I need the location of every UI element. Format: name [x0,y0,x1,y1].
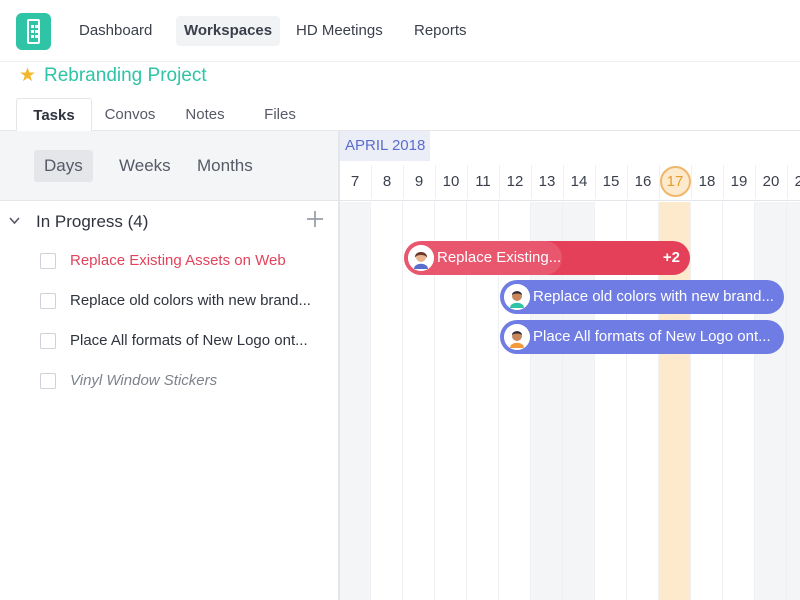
day-number: 15 [602,173,620,190]
day-label: 7 [339,165,371,199]
day-column[interactable] [755,202,787,600]
project-title: Rebranding Project [44,65,207,86]
day-column[interactable] [371,202,403,600]
avatar-icon [408,245,434,271]
day-number: 10 [442,173,460,190]
day-number: 19 [730,173,748,190]
day-number: 16 [634,173,652,190]
day-label: 19 [723,165,755,199]
tab-files[interactable]: Files [256,98,304,131]
day-number: 12 [506,173,524,190]
star-icon[interactable]: ★ [19,66,36,86]
gantt-bar[interactable]: Replace Existing... +2 [404,241,690,275]
day-number: 9 [414,173,424,190]
building-window [35,30,38,33]
day-number: 18 [698,173,716,190]
day-column[interactable] [723,202,755,600]
day-label: 16 [627,165,659,199]
day-label: 15 [595,165,627,199]
day-column[interactable] [340,202,371,600]
group-title: In Progress (4) [36,212,149,231]
building-window [31,35,34,38]
day-label: 14 [563,165,595,199]
day-number: 20 [762,173,780,190]
day-label: 9 [403,165,435,199]
building-window [35,25,38,28]
day-number: 21 [794,173,800,190]
task-row[interactable]: Vinyl Window Stickers [0,363,338,399]
checkbox-icon[interactable] [40,373,56,389]
day-number: 14 [570,173,588,190]
range-toolbar: Days Weeks Months [0,131,338,201]
chevron-down-icon[interactable] [8,214,21,227]
task-label[interactable]: Place All formats of New Logo ont... [70,332,308,349]
gantt-bar[interactable]: Place All formats of New Logo ont... [500,320,784,354]
day-label: 20 [755,165,787,199]
day-number: 13 [538,173,556,190]
bar-label: Replace Existing... [437,249,562,266]
day-label: 13 [531,165,563,199]
avatar-icon [504,284,530,310]
building-window [31,25,34,28]
month-label: APRIL 2018 [340,131,431,161]
gantt-grid[interactable]: Replace Existing... +2 Replace old color… [340,202,800,600]
day-column[interactable] [787,202,800,600]
building-window [35,35,38,38]
tab-convos[interactable]: Convos [96,98,164,131]
day-number: 7 [350,173,360,190]
checkbox-icon[interactable] [40,333,56,349]
day-number: 17 [666,173,684,190]
day-column[interactable] [691,202,723,600]
task-row[interactable]: Place All formats of New Logo ont... [0,323,338,359]
bar-label: Replace old colors with new brand... [533,288,774,305]
nav-item-dashboard[interactable]: Dashboard [71,16,160,46]
day-label: 18 [691,165,723,199]
task-label[interactable]: Replace Existing Assets on Web [70,252,286,269]
nav-item-workspaces[interactable]: Workspaces [176,16,281,46]
task-label[interactable]: Replace old colors with new brand... [70,292,311,309]
nav-item-reports[interactable]: Reports [406,16,475,46]
day-label: 10 [435,165,467,199]
day-number: 11 [475,173,491,190]
range-months-button[interactable]: Months [187,150,263,182]
group-header: In Progress (4) [0,205,338,241]
bar-label: Place All formats of New Logo ont... [533,328,771,345]
avatar-icon [504,324,530,350]
day-label: 8 [371,165,403,199]
day-label: 11 [467,165,499,199]
task-row[interactable]: Replace old colors with new brand... [0,283,338,319]
day-label: 21 [787,165,800,199]
range-weeks-button[interactable]: Weeks [109,150,181,182]
day-number: 8 [382,173,392,190]
top-nav: Dashboard Workspaces HD Meetings Reports [0,0,800,62]
task-row[interactable]: Replace Existing Assets on Web [0,243,338,279]
range-days-button[interactable]: Days [34,150,93,182]
app-logo-icon[interactable] [16,13,51,50]
tab-tasks[interactable]: Tasks [16,98,92,132]
gantt-bar[interactable]: Replace old colors with new brand... [500,280,784,314]
tab-notes[interactable]: Notes [176,98,234,131]
plus-icon[interactable] [305,209,325,229]
checkbox-icon[interactable] [40,293,56,309]
building-window [31,30,34,33]
task-label[interactable]: Vinyl Window Stickers [70,372,217,389]
checkbox-icon[interactable] [40,253,56,269]
day-label: 12 [499,165,531,199]
day-label: 17 [659,165,691,199]
project-tabs: Tasks Convos Notes Files [0,98,800,132]
overflow-count-badge[interactable]: +2 [663,241,680,275]
nav-item-hd-meetings[interactable]: HD Meetings [288,16,391,46]
calendar-header: APRIL 2018 7 8 9 10 11 12 13 14 15 16 17 18 19 20 21 [340,131,800,201]
